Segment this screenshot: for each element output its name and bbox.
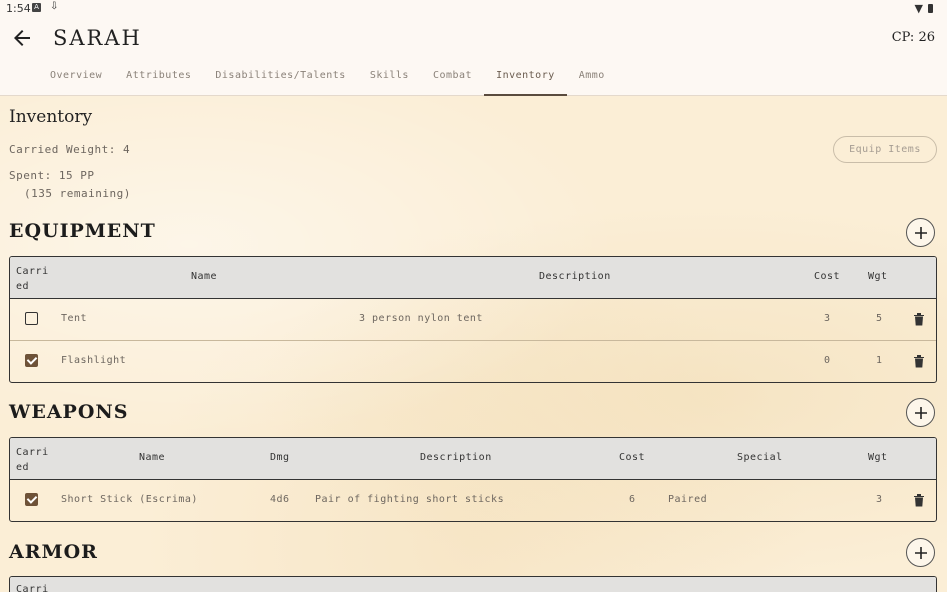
tab-inventory[interactable]: Inventory xyxy=(484,68,567,96)
weapons-table-header: Carried Name Dmg Description Cost Specia… xyxy=(10,438,936,480)
weapons-table: Carried Name Dmg Description Cost Specia… xyxy=(9,437,937,522)
col-wgt: Wgt xyxy=(868,271,888,282)
download-icon: ⇩ xyxy=(50,1,59,12)
table-row: Tent 3 person nylon tent 3 5 xyxy=(10,299,936,341)
col-description: Description xyxy=(420,452,492,463)
weapon-description: Pair of fighting short sticks xyxy=(315,494,505,505)
notification-a-icon: A xyxy=(32,3,41,12)
plus-icon xyxy=(915,407,927,419)
tab-combat[interactable]: Combat xyxy=(421,68,484,95)
battery-icon xyxy=(928,4,933,13)
equipment-table: Carried Name Description Cost Wgt Tent 3… xyxy=(9,256,937,383)
trash-icon[interactable] xyxy=(913,312,925,326)
back-arrow-icon[interactable] xyxy=(10,26,34,50)
tab-ammo[interactable]: Ammo xyxy=(567,68,617,95)
item-cost: 0 xyxy=(824,355,831,366)
col-carried: Carried xyxy=(16,266,49,292)
weapons-heading: WEAPONS xyxy=(9,401,129,423)
trash-icon[interactable] xyxy=(913,493,925,507)
app-bar: SARAH CP: 26 Overview Attributes Disabil… xyxy=(0,18,947,96)
tab-disabilities-talents[interactable]: Disabilities/Talents xyxy=(203,68,357,95)
equipment-heading: EQUIPMENT xyxy=(9,220,156,242)
col-dmg: Dmg xyxy=(270,452,290,463)
add-armor-button[interactable] xyxy=(906,538,935,567)
col-description: Description xyxy=(539,271,611,282)
weapon-name: Short Stick (Escrima) xyxy=(61,494,198,505)
item-name: Flashlight xyxy=(61,355,127,366)
remaining-points: (135 remaining) xyxy=(24,187,131,200)
item-name: Tent xyxy=(61,313,88,324)
page-title: SARAH xyxy=(53,26,142,50)
col-cost: Cost xyxy=(814,271,841,282)
carried-checkbox[interactable] xyxy=(25,493,38,506)
weapon-dmg: 4d6 xyxy=(270,494,290,505)
table-row: Flashlight 0 1 xyxy=(10,341,936,382)
item-cost: 3 xyxy=(824,313,831,324)
col-name: Name xyxy=(139,452,166,463)
equip-items-button[interactable]: Equip Items xyxy=(833,136,937,163)
item-wgt: 5 xyxy=(876,313,883,324)
tab-overview[interactable]: Overview xyxy=(38,68,114,95)
armor-table-header: Carri xyxy=(10,577,936,592)
status-time: 1:54 xyxy=(6,2,31,15)
equipment-table-header: Carried Name Description Cost Wgt xyxy=(10,257,936,299)
armor-table: Carri xyxy=(9,576,937,592)
status-bar: 1:54 A ⇩ ▼ xyxy=(0,0,947,18)
col-carried: Carri xyxy=(16,584,49,592)
carried-checkbox[interactable] xyxy=(25,312,38,325)
inventory-heading: Inventory xyxy=(9,107,93,127)
carried-checkbox[interactable] xyxy=(25,354,38,367)
col-carried: Carried xyxy=(16,447,49,473)
table-row: Short Stick (Escrima) 4d6 Pair of fighti… xyxy=(10,480,936,521)
spent-points: Spent: 15 PP xyxy=(9,169,95,182)
col-special: Special xyxy=(737,452,783,463)
cp-counter: CP: 26 xyxy=(891,30,935,45)
add-weapon-button[interactable] xyxy=(906,398,935,427)
carried-weight: Carried Weight: 4 xyxy=(9,143,131,156)
tab-skills[interactable]: Skills xyxy=(358,68,421,95)
trash-icon[interactable] xyxy=(913,354,925,368)
item-description: 3 person nylon tent xyxy=(359,313,483,324)
weapon-cost: 6 xyxy=(629,494,636,505)
plus-icon xyxy=(915,547,927,559)
item-wgt: 1 xyxy=(876,355,883,366)
wifi-icon: ▼ xyxy=(914,2,923,15)
add-equipment-button[interactable] xyxy=(906,218,935,247)
col-name: Name xyxy=(191,271,218,282)
weapon-wgt: 3 xyxy=(876,494,883,505)
plus-icon xyxy=(915,227,927,239)
tab-attributes[interactable]: Attributes xyxy=(114,68,203,95)
col-wgt: Wgt xyxy=(868,452,888,463)
tab-bar: Overview Attributes Disabilities/Talents… xyxy=(38,68,617,96)
weapon-special: Paired xyxy=(668,494,708,505)
col-cost: Cost xyxy=(619,452,646,463)
armor-heading: ARMOR xyxy=(9,541,98,563)
